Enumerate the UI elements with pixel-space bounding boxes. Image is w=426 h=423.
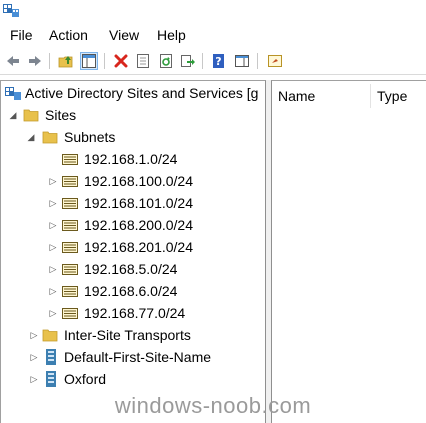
expand-arrow-icon[interactable]: ▷ bbox=[48, 302, 58, 324]
expand-arrow-icon[interactable]: ▷ bbox=[29, 368, 39, 390]
expand-arrow-icon[interactable]: ▷ bbox=[48, 280, 58, 302]
tree-node-label: 192.168.200.0/24 bbox=[84, 217, 193, 233]
subnet-item[interactable]: 192.168.1.0/24 bbox=[1, 148, 265, 170]
subnet-icon bbox=[62, 198, 78, 209]
sites-services-icon bbox=[5, 87, 21, 100]
forward-arrow-icon[interactable] bbox=[26, 52, 44, 70]
menu-action[interactable]: Action bbox=[48, 27, 89, 43]
expand-arrow-icon[interactable]: ▷ bbox=[48, 192, 58, 214]
delete-icon[interactable] bbox=[112, 52, 130, 70]
site-icon bbox=[46, 371, 56, 387]
folder-icon bbox=[42, 131, 58, 144]
help-icon[interactable]: ? bbox=[210, 52, 228, 70]
subnet-icon bbox=[62, 220, 78, 231]
tree-node-label: 192.168.101.0/24 bbox=[84, 195, 193, 211]
result-list[interactable]: Name Type bbox=[271, 80, 426, 423]
tree-node-label: Default-First-Site-Name bbox=[64, 349, 212, 365]
back-arrow-icon[interactable] bbox=[4, 52, 22, 70]
expand-arrow-icon[interactable]: ▷ bbox=[48, 258, 58, 280]
export-list-icon[interactable] bbox=[179, 52, 197, 70]
properties-sheet-icon[interactable] bbox=[134, 52, 152, 70]
tree-node-label: Sites bbox=[45, 107, 77, 123]
tree-node-default-first-site[interactable]: ▷ Default-First-Site-Name bbox=[1, 346, 265, 368]
show-action-pane-icon[interactable] bbox=[233, 52, 251, 70]
subnet-item[interactable]: ▷ 192.168.100.0/24 bbox=[1, 170, 265, 192]
tree-node-inter-site-transports[interactable]: ▷ Inter-Site Transports bbox=[1, 324, 265, 346]
toolbar: ? bbox=[0, 48, 426, 75]
tree-node-label: 192.168.77.0/24 bbox=[84, 305, 186, 321]
menu-file[interactable]: File bbox=[9, 27, 34, 43]
tree-node-subnets[interactable]: ◢ Subnets bbox=[1, 126, 265, 148]
tree-node-label: Oxford bbox=[64, 371, 107, 387]
subnet-icon bbox=[62, 286, 78, 297]
subnet-icon bbox=[62, 242, 78, 253]
toolbar-separator bbox=[202, 53, 203, 69]
toolbar-separator bbox=[104, 53, 105, 69]
subnet-icon bbox=[62, 176, 78, 187]
folder-icon bbox=[42, 329, 58, 342]
up-folder-icon[interactable] bbox=[57, 52, 75, 70]
move-object-icon[interactable] bbox=[266, 52, 284, 70]
collapse-arrow-icon[interactable]: ◢ bbox=[8, 104, 18, 126]
tree-node-oxford[interactable]: ▷ Oxford bbox=[1, 368, 265, 390]
show-hide-console-tree-icon[interactable] bbox=[80, 52, 98, 70]
column-header-name[interactable]: Name bbox=[272, 84, 370, 108]
subnet-item[interactable]: ▷ 192.168.77.0/24 bbox=[1, 302, 265, 324]
column-header-type[interactable]: Type bbox=[371, 84, 426, 108]
expand-arrow-icon[interactable]: ▷ bbox=[29, 346, 39, 368]
site-icon bbox=[46, 349, 56, 365]
title-bar bbox=[0, 0, 426, 22]
subnet-item[interactable]: ▷ 192.168.6.0/24 bbox=[1, 280, 265, 302]
subnet-item[interactable]: ▷ 192.168.200.0/24 bbox=[1, 214, 265, 236]
tree-node-label: 192.168.6.0/24 bbox=[84, 283, 178, 299]
svg-text:?: ? bbox=[215, 55, 221, 68]
menu-bar: File Action View Help bbox=[0, 24, 426, 46]
tree-node-label: 192.168.5.0/24 bbox=[84, 261, 178, 277]
tree-node-label: 192.168.201.0/24 bbox=[84, 239, 193, 255]
subnet-icon bbox=[62, 264, 78, 275]
menu-help[interactable]: Help bbox=[156, 27, 187, 43]
expand-arrow-icon[interactable]: ▷ bbox=[29, 324, 39, 346]
tree-node-sites[interactable]: ◢ Sites bbox=[1, 104, 265, 126]
tree-node-label: 192.168.1.0/24 bbox=[84, 151, 178, 167]
toolbar-separator bbox=[49, 53, 50, 69]
folder-icon bbox=[23, 109, 39, 122]
tree-node-label: Subnets bbox=[64, 129, 116, 145]
collapse-arrow-icon[interactable]: ◢ bbox=[26, 126, 36, 148]
app-icon[interactable] bbox=[3, 2, 19, 18]
subnet-item[interactable]: ▷ 192.168.101.0/24 bbox=[1, 192, 265, 214]
expand-arrow-icon[interactable]: ▷ bbox=[48, 214, 58, 236]
watermark-text: windows-noob.com bbox=[114, 393, 312, 418]
expand-arrow-icon[interactable]: ▷ bbox=[48, 170, 58, 192]
menu-view[interactable]: View bbox=[108, 27, 140, 43]
tree-node-label: Inter-Site Transports bbox=[64, 327, 191, 343]
tree-node-root[interactable]: Active Directory Sites and Services [g bbox=[1, 82, 265, 104]
subnet-icon bbox=[62, 308, 78, 319]
expand-arrow-icon[interactable]: ▷ bbox=[48, 236, 58, 258]
tree-node-label: 192.168.100.0/24 bbox=[84, 173, 193, 189]
toolbar-separator bbox=[257, 53, 258, 69]
tree-node-label: Active Directory Sites and Services [g bbox=[25, 85, 259, 101]
subnet-icon bbox=[62, 154, 78, 165]
console-tree[interactable]: Active Directory Sites and Services [g ◢… bbox=[0, 80, 266, 423]
subnet-item[interactable]: ▷ 192.168.201.0/24 bbox=[1, 236, 265, 258]
refresh-icon[interactable] bbox=[157, 52, 175, 70]
subnet-item[interactable]: ▷ 192.168.5.0/24 bbox=[1, 258, 265, 280]
